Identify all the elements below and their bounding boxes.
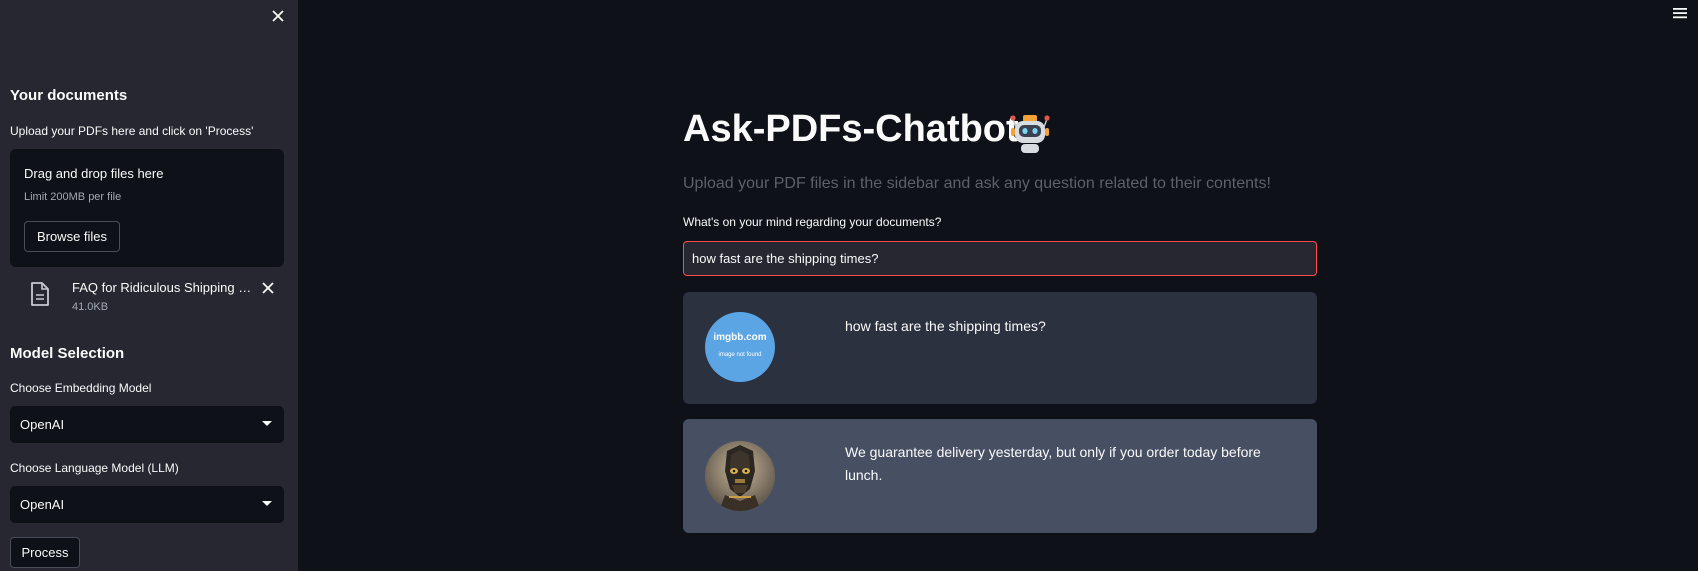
sidebar: Your documents Upload your PDFs here and… <box>0 0 298 571</box>
llm-model-label: Choose Language Model (LLM) <box>10 461 179 475</box>
uploaded-file-name: FAQ for Ridiculous Shipping Company.pdf <box>72 280 257 295</box>
embedding-model-value: OpenAI <box>20 417 65 432</box>
user-message: imgbb.com image not found how fast are t… <box>683 292 1317 404</box>
question-input[interactable] <box>683 241 1317 276</box>
process-button[interactable]: Process <box>10 537 80 568</box>
chevron-down-icon <box>262 421 272 426</box>
remove-file-icon[interactable] <box>260 280 276 296</box>
page-title: Ask-PDFs-Chatbot <box>683 108 1019 150</box>
bot-message-text: We guarantee delivery yesterday, but onl… <box>845 444 1261 483</box>
user-avatar: imgbb.com image not found <box>705 312 775 382</box>
question-label: What's on your mind regarding your docum… <box>683 215 942 229</box>
avatar-placeholder-title: imgbb.com <box>713 332 767 343</box>
bot-avatar <box>705 441 775 511</box>
bot-message: We guarantee delivery yesterday, but onl… <box>683 419 1317 533</box>
close-icon[interactable] <box>268 6 288 26</box>
embedding-model-select[interactable]: OpenAI <box>10 406 284 443</box>
avatar-placeholder-subtitle: image not found <box>718 352 762 358</box>
browse-files-button[interactable]: Browse files <box>24 221 120 252</box>
documents-heading: Your documents <box>10 87 128 104</box>
hamburger-menu-icon[interactable] <box>1672 6 1688 20</box>
llm-model-value: OpenAI <box>20 497 65 512</box>
page-subtitle: Upload your PDF files in the sidebar and… <box>683 175 1271 192</box>
chevron-down-icon <box>262 501 272 506</box>
file-dropzone[interactable]: Drag and drop files here Limit 200MB per… <box>10 149 284 267</box>
uploaded-file-item: FAQ for Ridiculous Shipping Company.pdf … <box>10 274 284 316</box>
dropzone-limit: Limit 200MB per file <box>24 191 122 203</box>
embedding-model-label: Choose Embedding Model <box>10 381 152 395</box>
dropzone-title: Drag and drop files here <box>24 166 164 181</box>
user-message-text: how fast are the shipping times? <box>845 318 1046 334</box>
uploaded-file-size: 41.0KB <box>72 301 109 313</box>
upload-instruction: Upload your PDFs here and click on 'Proc… <box>10 124 254 138</box>
robot-icon <box>1010 115 1050 153</box>
llm-model-select[interactable]: OpenAI <box>10 486 284 523</box>
model-selection-heading: Model Selection <box>10 345 125 362</box>
file-icon <box>31 282 49 306</box>
